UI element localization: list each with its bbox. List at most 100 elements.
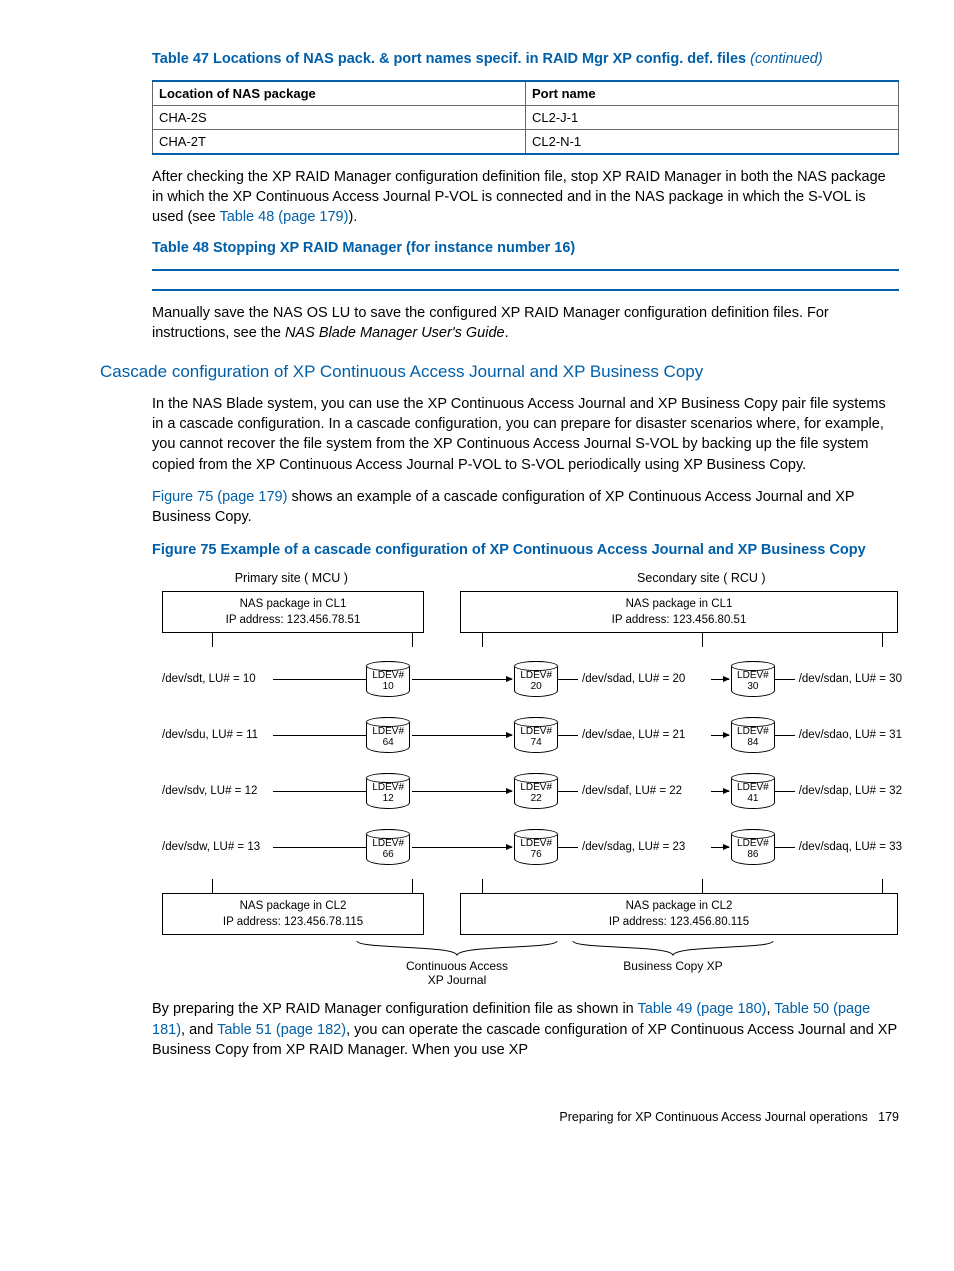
ldev-cylinder: LDEV#86 (731, 829, 775, 865)
connector-line (558, 791, 578, 792)
section-heading-cascade: Cascade configuration of XP Continuous A… (55, 362, 899, 382)
ldev-row: /dev/sdu, LU# = 11 LDEV#64 LDEV#74/dev/sda… (162, 707, 902, 763)
link-figure75[interactable]: Figure 75 (page 179) (152, 489, 287, 505)
nas-box-primary-top: NAS package in CL1 IP address: 123.456.7… (162, 591, 424, 633)
ldev-row: /dev/sdt, LU# = 10 LDEV#10 LDEV#20/dev/sda… (162, 651, 902, 707)
link-table51[interactable]: Table 51 (page 182) (217, 1022, 346, 1038)
text: By preparing the XP RAID Manager configu… (152, 1001, 638, 1017)
text: Continuous Access (352, 959, 562, 973)
connector-line (775, 679, 795, 680)
ldev-cylinder: LDEV#22 (514, 773, 558, 809)
text: IP address: 123.456.78.51 (163, 612, 423, 628)
arrow-icon (711, 735, 729, 736)
text: IP address: 123.456.78.115 (163, 914, 423, 930)
page-number: 179 (878, 1110, 899, 1124)
arrow-icon (711, 791, 729, 792)
ldev-cylinder: LDEV#74 (514, 717, 558, 753)
connector-line (775, 847, 795, 848)
paragraph: Manually save the NAS OS LU to save the … (152, 303, 899, 344)
dev-label-left: /dev/sdu, LU# = 11 (162, 729, 273, 741)
ldev-cylinder: LDEV#20 (514, 661, 558, 697)
caption-continued: (continued) (750, 51, 823, 67)
col-header-location: Location of NAS package (153, 81, 526, 106)
ldev-row: /dev/sdv, LU# = 12 LDEV#12 LDEV#22/dev/sda… (162, 763, 902, 819)
text: ). (348, 209, 357, 225)
arrow-icon (412, 847, 512, 848)
text: IP address: 123.456.80.51 (461, 612, 897, 628)
link-table48[interactable]: Table 48 (page 179) (219, 209, 348, 225)
figure75-diagram: Primary site ( MCU ) Secondary site ( RC… (162, 571, 902, 987)
arrow-icon (711, 847, 729, 848)
connector-line (775, 735, 795, 736)
table-row: CHA-2T CL2-N-1 (153, 129, 899, 154)
arrow-icon (711, 679, 729, 680)
italic-ref: NAS Blade Manager User's Guide (285, 325, 505, 341)
cell: CHA-2T (153, 129, 526, 154)
table48-caption: Table 48 Stopping XP RAID Manager (for i… (152, 239, 899, 259)
arrow-icon (412, 791, 512, 792)
primary-site-label: Primary site ( MCU ) (162, 571, 421, 585)
caption-text: Table 47 Locations of NAS pack. & port n… (152, 51, 746, 67)
nas-box-primary-bottom: NAS package in CL2 IP address: 123.456.7… (162, 893, 424, 935)
ldev-cylinder: LDEV#41 (731, 773, 775, 809)
table-row: CHA-2S CL2-J-1 (153, 105, 899, 129)
ldev-cylinder: LDEV#66 (366, 829, 410, 865)
page-footer: Preparing for XP Continuous Access Journ… (55, 1110, 899, 1124)
figure75-caption: Figure 75 Example of a cascade configura… (152, 541, 899, 561)
paragraph: Figure 75 (page 179) shows an example of… (152, 487, 899, 528)
nas-box-secondary-bottom: NAS package in CL2 IP address: 123.456.8… (460, 893, 898, 935)
secondary-site-label: Secondary site ( RCU ) (481, 571, 902, 585)
arrow-icon (412, 735, 512, 736)
dev-label-right: /dev/sdaq, LU# = 33 (795, 841, 902, 853)
text: XP Journal (352, 973, 562, 987)
col-header-port: Port name (526, 81, 899, 106)
dev-label-right: /dev/sdao, LU# = 31 (795, 729, 902, 741)
ldev-cylinder: LDEV#64 (366, 717, 410, 753)
ldev-cylinder: LDEV#30 (731, 661, 775, 697)
dev-label-right: /dev/sdap, LU# = 32 (795, 785, 902, 797)
text: NAS package in CL1 (461, 596, 897, 612)
text: , and (181, 1022, 217, 1038)
ldev-cylinder: LDEV#10 (366, 661, 410, 697)
text: . (505, 325, 509, 341)
ldev-row: /dev/sdw, LU# = 13 LDEV#66 LDEV#76/dev/sda… (162, 819, 902, 875)
connector-line (273, 735, 366, 736)
connector-line (558, 735, 578, 736)
nas-box-secondary-top: NAS package in CL1 IP address: 123.456.8… (460, 591, 898, 633)
connector-line (558, 679, 578, 680)
text: NAS package in CL1 (163, 596, 423, 612)
text: NAS package in CL2 (163, 898, 423, 914)
paragraph: After checking the XP RAID Manager confi… (152, 167, 899, 228)
arrow-icon (412, 679, 512, 680)
brace-left (352, 939, 562, 957)
dev-label-mid: /dev/sdad, LU# = 20 (578, 673, 709, 685)
connector-label-bc: Business Copy XP (568, 959, 778, 987)
ldev-cylinder: LDEV#76 (514, 829, 558, 865)
connector-line (558, 847, 578, 848)
link-table49[interactable]: Table 49 (page 180) (638, 1001, 767, 1017)
ldev-cylinder: LDEV#12 (366, 773, 410, 809)
paragraph: By preparing the XP RAID Manager configu… (152, 999, 899, 1060)
dev-label-left: /dev/sdt, LU# = 10 (162, 673, 273, 685)
dev-label-mid: /dev/sdaf, LU# = 22 (578, 785, 709, 797)
dev-label-left: /dev/sdw, LU# = 13 (162, 841, 273, 853)
brace-right (568, 939, 778, 957)
cell: CL2-J-1 (526, 105, 899, 129)
dev-label-left: /dev/sdv, LU# = 12 (162, 785, 273, 797)
connector-line (273, 679, 366, 680)
cell: CL2-N-1 (526, 129, 899, 154)
text: NAS package in CL2 (461, 898, 897, 914)
footer-title: Preparing for XP Continuous Access Journ… (559, 1110, 867, 1124)
table47: Location of NAS package Port name CHA-2S… (152, 80, 899, 155)
connector-line (273, 847, 366, 848)
paragraph: In the NAS Blade system, you can use the… (152, 394, 899, 475)
connector-line (273, 791, 366, 792)
dev-label-mid: /dev/sdag, LU# = 23 (578, 841, 709, 853)
text: IP address: 123.456.80.115 (461, 914, 897, 930)
cell: CHA-2S (153, 105, 526, 129)
dev-label-right: /dev/sdan, LU# = 30 (795, 673, 902, 685)
table48-placeholder (152, 269, 899, 291)
dev-label-mid: /dev/sdae, LU# = 21 (578, 729, 709, 741)
table47-caption: Table 47 Locations of NAS pack. & port n… (152, 50, 899, 70)
ldev-cylinder: LDEV#84 (731, 717, 775, 753)
